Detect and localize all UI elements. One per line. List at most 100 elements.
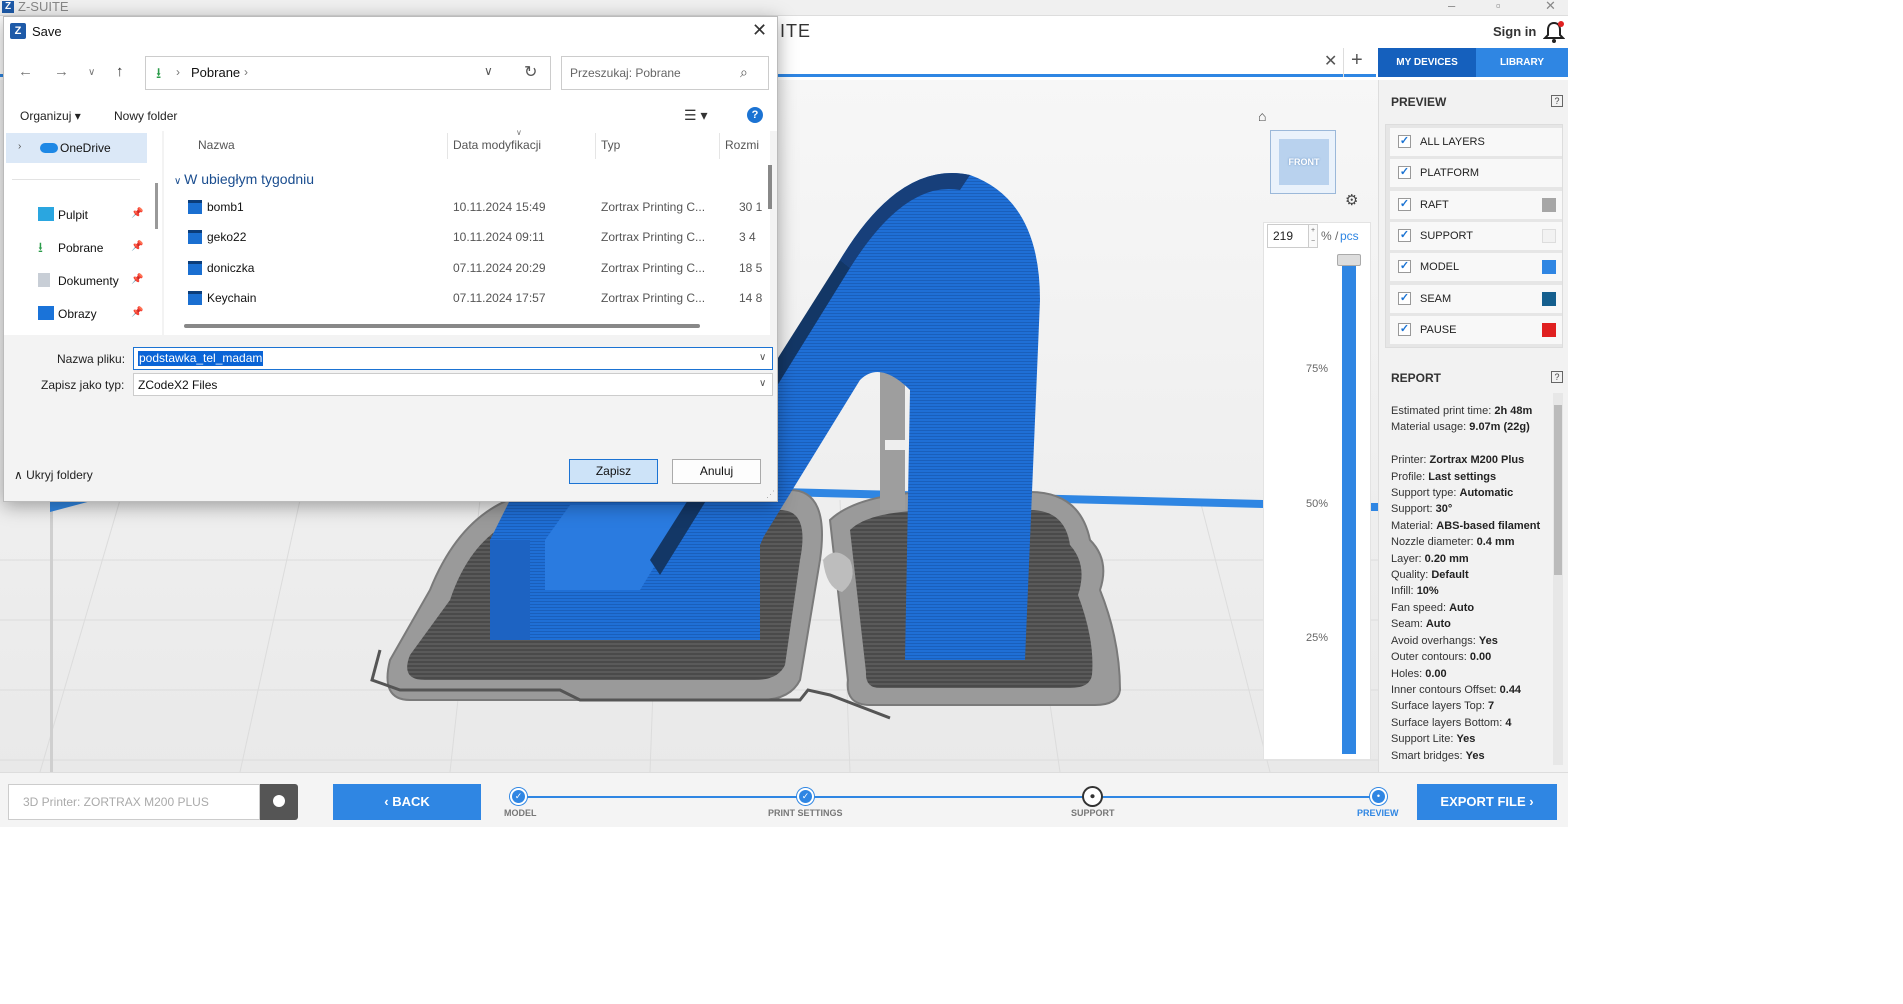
- column-header-type[interactable]: Typ: [601, 138, 620, 152]
- breadcrumb-separator-icon[interactable]: ›: [176, 65, 180, 79]
- report-scrollbar-thumb[interactable]: [1554, 405, 1562, 575]
- filetype-dropdown-icon[interactable]: ∨: [759, 378, 766, 389]
- search-box[interactable]: Przeszukaj: Pobrane ⌕: [561, 56, 769, 90]
- checkbox-icon[interactable]: ✓: [1398, 135, 1411, 148]
- checkbox-icon[interactable]: ✓: [1398, 229, 1411, 242]
- checkbox-icon[interactable]: ✓: [1398, 323, 1411, 336]
- tab-library[interactable]: LIBRARY: [1476, 48, 1568, 77]
- unit-pcs-toggle[interactable]: pcs: [1340, 229, 1359, 243]
- filename-value[interactable]: podstawka_tel_madam: [138, 351, 264, 366]
- column-header-modified[interactable]: Data modyfikacji: [453, 138, 541, 152]
- address-bar[interactable]: ⭳ › Pobrane › ∨ ↻: [145, 56, 551, 90]
- file-group-header[interactable]: ∨ W ubiegłym tygodniu: [174, 171, 314, 187]
- column-header-name[interactable]: Nazwa: [198, 138, 235, 152]
- search-placeholder[interactable]: Przeszukaj: Pobrane: [570, 66, 681, 80]
- forward-arrow-icon[interactable]: →: [54, 63, 69, 80]
- report-help-icon[interactable]: ?: [1551, 371, 1563, 383]
- step-preview-current-icon[interactable]: •: [1370, 788, 1387, 805]
- close-window-button[interactable]: ✕: [1545, 0, 1556, 14]
- checkbox-icon[interactable]: ✓: [1398, 198, 1411, 211]
- notification-bell-icon[interactable]: [1543, 20, 1565, 44]
- file-row[interactable]: bomb1 10.11.2024 15:49 Zortrax Printing C.…: [164, 193, 764, 223]
- hide-folders-toggle[interactable]: ∧ Ukryj foldery: [14, 468, 93, 482]
- export-file-button[interactable]: EXPORT FILE ›: [1417, 784, 1557, 820]
- breadcrumb-pobrane[interactable]: Pobrane: [191, 65, 240, 80]
- step-print-settings-check-icon[interactable]: ✓: [797, 788, 814, 805]
- file-list-vscrollbar[interactable]: [768, 165, 772, 209]
- layer-stepper[interactable]: + −: [1308, 224, 1318, 248]
- new-folder-button[interactable]: Nowy folder: [114, 109, 177, 123]
- search-icon[interactable]: ⌕: [740, 64, 748, 81]
- pin-icon[interactable]: 📌: [131, 274, 143, 285]
- pin-icon[interactable]: 📌: [131, 208, 143, 219]
- preview-item-pause[interactable]: ✓ PAUSE: [1390, 316, 1562, 344]
- refresh-icon[interactable]: ↻: [524, 62, 537, 82]
- add-tab-button[interactable]: +: [1351, 49, 1363, 72]
- breadcrumb-chevron-icon[interactable]: ›: [244, 65, 248, 79]
- maximize-button[interactable]: ▫: [1496, 0, 1501, 13]
- preview-item-support[interactable]: ✓ SUPPORT: [1390, 222, 1562, 250]
- up-arrow-icon[interactable]: ↑: [116, 63, 124, 80]
- step-print-settings-label[interactable]: PRINT SETTINGS: [768, 808, 843, 818]
- sidebar-item-obrazy[interactable]: Obrazy 📌: [4, 298, 154, 330]
- pin-icon[interactable]: 📌: [131, 241, 143, 252]
- collapse-chevron-icon[interactable]: ∨: [174, 176, 184, 187]
- sidebar-item-onedrive[interactable]: › OneDrive: [6, 133, 147, 163]
- recent-locations-chevron-icon[interactable]: ∨: [88, 67, 95, 78]
- minimize-button[interactable]: –: [1448, 0, 1455, 13]
- preview-item-model[interactable]: ✓ MODEL: [1390, 253, 1562, 281]
- checkbox-icon[interactable]: ✓: [1398, 292, 1411, 305]
- step-model-label[interactable]: MODEL: [504, 808, 537, 818]
- view-options-icon[interactable]: ☰ ▾: [684, 107, 707, 124]
- organize-menu[interactable]: Organizuj ▾: [20, 109, 81, 123]
- back-button[interactable]: ‹ BACK: [333, 784, 481, 820]
- unit-percent-toggle[interactable]: % /: [1321, 229, 1338, 243]
- filename-dropdown-icon[interactable]: ∨: [759, 352, 766, 363]
- file-row[interactable]: geko22 10.11.2024 09:11 Zortrax Printing C…: [164, 223, 764, 253]
- file-list-hscrollbar[interactable]: [184, 324, 700, 328]
- resize-grip-icon[interactable]: ⋰: [766, 489, 775, 500]
- step-preview-label[interactable]: PREVIEW: [1357, 808, 1399, 818]
- printer-lock-button[interactable]: [260, 784, 298, 820]
- checkbox-icon[interactable]: ✓: [1398, 260, 1411, 273]
- unit-percent[interactable]: %: [1321, 229, 1332, 243]
- nav-scrollbar[interactable]: [155, 183, 158, 229]
- file-row[interactable]: Keychain 07.11.2024 17:57 Zortrax Printing…: [164, 284, 764, 314]
- tab-my-devices[interactable]: MY DEVICES: [1378, 48, 1476, 77]
- preview-item-raft[interactable]: ✓ RAFT: [1390, 191, 1562, 219]
- preview-item-seam[interactable]: ✓ SEAM: [1390, 285, 1562, 313]
- layer-slider-handle[interactable]: [1337, 254, 1361, 266]
- address-dropdown-icon[interactable]: ∨: [484, 64, 493, 78]
- help-icon[interactable]: ?: [747, 107, 763, 123]
- back-arrow-icon[interactable]: ←: [18, 63, 33, 80]
- filename-input[interactable]: podstawka_tel_madam ∨: [133, 347, 773, 370]
- step-support-label[interactable]: SUPPORT: [1071, 808, 1115, 818]
- checkbox-icon[interactable]: ✓: [1398, 166, 1411, 179]
- step-model-check-icon[interactable]: ✓: [510, 788, 527, 805]
- expand-chevron-icon[interactable]: ›: [18, 141, 21, 152]
- pin-icon[interactable]: 📌: [131, 307, 143, 318]
- layer-number-input[interactable]: 219: [1267, 224, 1309, 248]
- step-support-icon[interactable]: ⏺: [1084, 788, 1101, 805]
- sidebar-item-pobrane[interactable]: ⭳ Pobrane 📌: [4, 232, 154, 264]
- layer-slider-track[interactable]: [1342, 262, 1356, 754]
- view-cube[interactable]: FRONT: [1270, 130, 1336, 194]
- file-row[interactable]: doniczka 07.11.2024 20:29 Zortrax Printing…: [164, 254, 764, 284]
- sidebar-item-pulpit[interactable]: Pulpit 📌: [4, 199, 154, 231]
- dialog-close-button[interactable]: ✕: [752, 20, 767, 41]
- view-settings-gear-icon[interactable]: ⚙: [1345, 191, 1358, 209]
- sign-in-link[interactable]: Sign in: [1493, 24, 1536, 39]
- preview-item-all-layers[interactable]: ✓ ALL LAYERS: [1390, 128, 1562, 156]
- preview-help-icon[interactable]: ?: [1551, 95, 1563, 107]
- column-divider[interactable]: [595, 133, 596, 159]
- save-button[interactable]: Zapisz: [569, 459, 658, 484]
- sidebar-item-dokumenty[interactable]: Dokumenty 📌: [4, 265, 154, 297]
- close-tab-button[interactable]: ✕: [1324, 51, 1337, 71]
- view-cube-face-front[interactable]: FRONT: [1279, 139, 1329, 185]
- preview-item-platform[interactable]: ✓ PLATFORM: [1390, 159, 1562, 187]
- home-view-icon[interactable]: ⌂: [1258, 108, 1266, 124]
- column-header-size[interactable]: Rozmi: [725, 138, 759, 152]
- filetype-select[interactable]: ZCodeX2 Files ∨: [133, 373, 773, 396]
- column-divider[interactable]: [447, 133, 448, 159]
- cancel-button[interactable]: Anuluj: [672, 459, 761, 484]
